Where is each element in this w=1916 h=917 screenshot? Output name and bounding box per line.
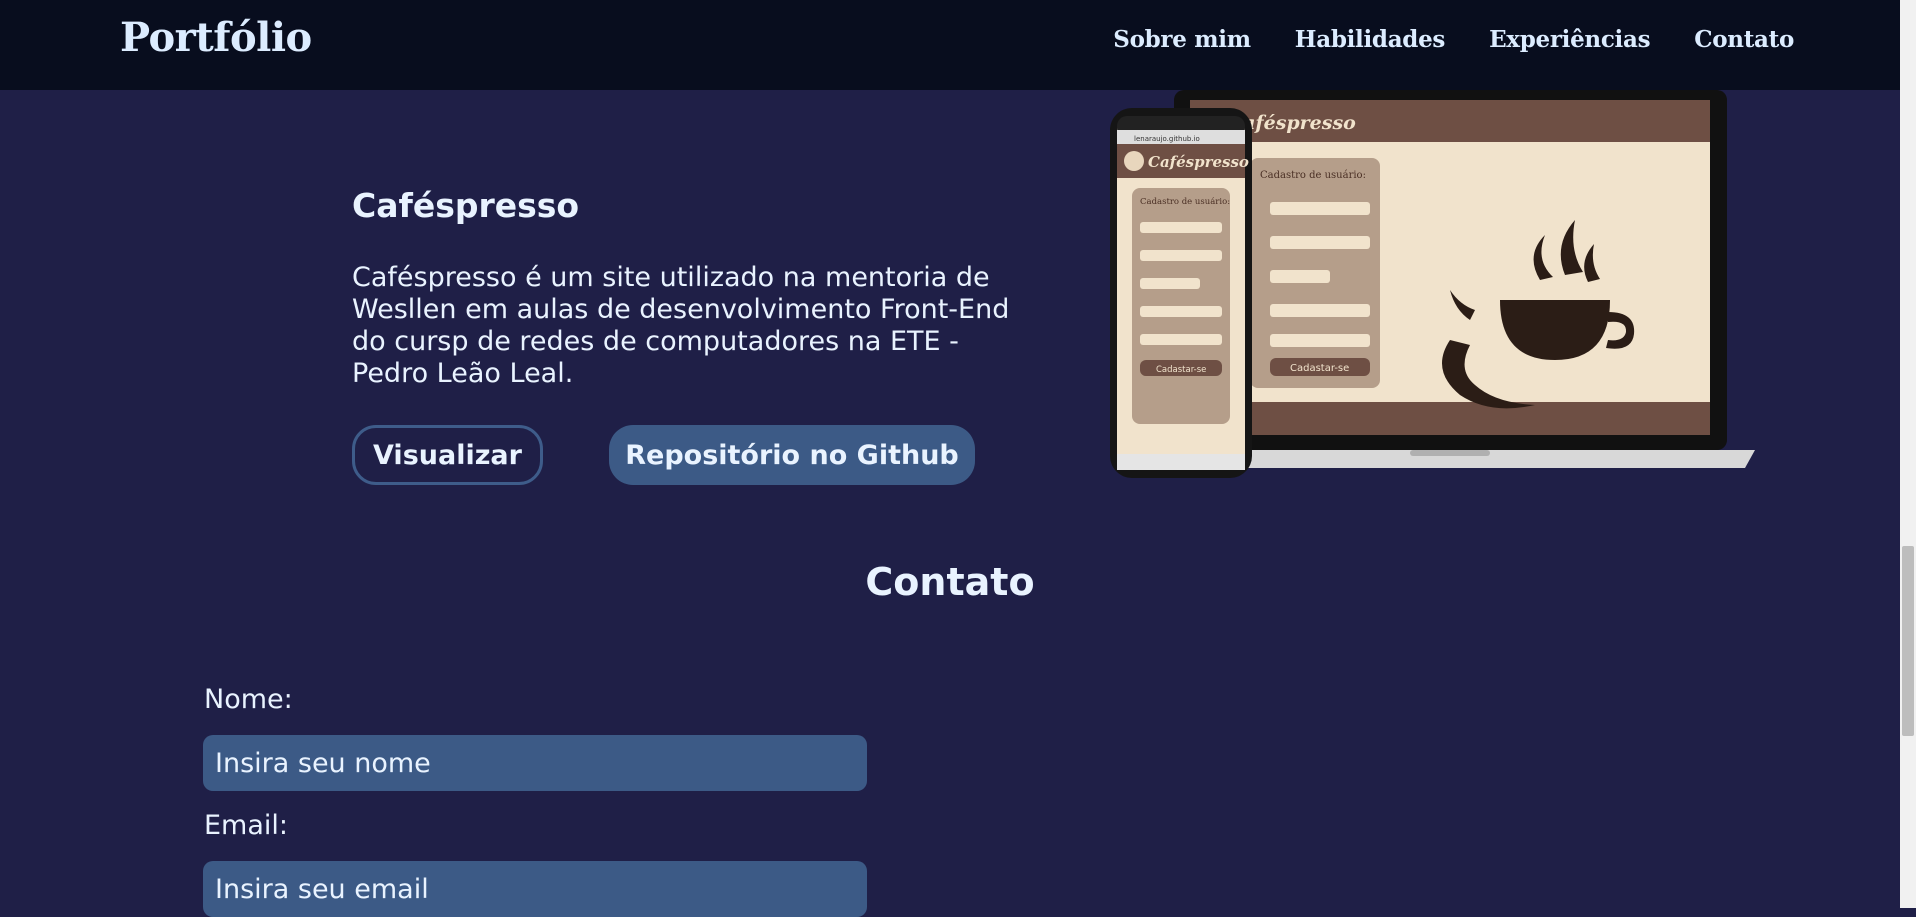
email-input[interactable] [203, 861, 867, 917]
mockup-phone-url: lenaraujo.github.io [1134, 135, 1200, 143]
nav-link-experiencias[interactable]: Experiências [1489, 26, 1650, 53]
project-title: Caféspresso [352, 186, 580, 225]
project-mockup-image: Caféspresso Cadastro de usuário: Cadasta… [1110, 90, 1755, 478]
brand-logo[interactable]: Portfólio [120, 14, 312, 61]
mockup-phone-form-title: Cadastro de usuário: [1140, 196, 1230, 207]
top-navbar: Portfólio Sobre mim Habilidades Experiên… [0, 0, 1900, 90]
name-label: Nome: [204, 684, 293, 715]
name-input[interactable] [203, 735, 867, 791]
mockup-phone-site-name: Caféspresso [1148, 153, 1249, 171]
mockup-laptop-form-title: Cadastro de usuário: [1260, 170, 1366, 181]
email-label: Email: [204, 810, 289, 841]
view-project-button[interactable]: Visualizar [352, 425, 543, 485]
scrollbar-thumb[interactable] [1902, 546, 1914, 736]
nav-link-sobre-mim[interactable]: Sobre mim [1113, 26, 1251, 53]
mockup-laptop-submit: Cadastar-se [1290, 363, 1349, 374]
project-description: Caféspresso é um site utilizado na mento… [352, 262, 1010, 389]
github-repo-button[interactable]: Repositório no Github [609, 425, 975, 485]
nav-link-habilidades[interactable]: Habilidades [1295, 26, 1446, 53]
page-scrollbar[interactable] [1900, 0, 1916, 908]
main-nav: Sobre mim Habilidades Experiências Conta… [1113, 26, 1794, 53]
mockup-phone-submit: Cadastar-se [1156, 365, 1206, 375]
nav-link-contato[interactable]: Contato [1694, 26, 1794, 53]
contact-section-title: Contato [865, 560, 1035, 604]
